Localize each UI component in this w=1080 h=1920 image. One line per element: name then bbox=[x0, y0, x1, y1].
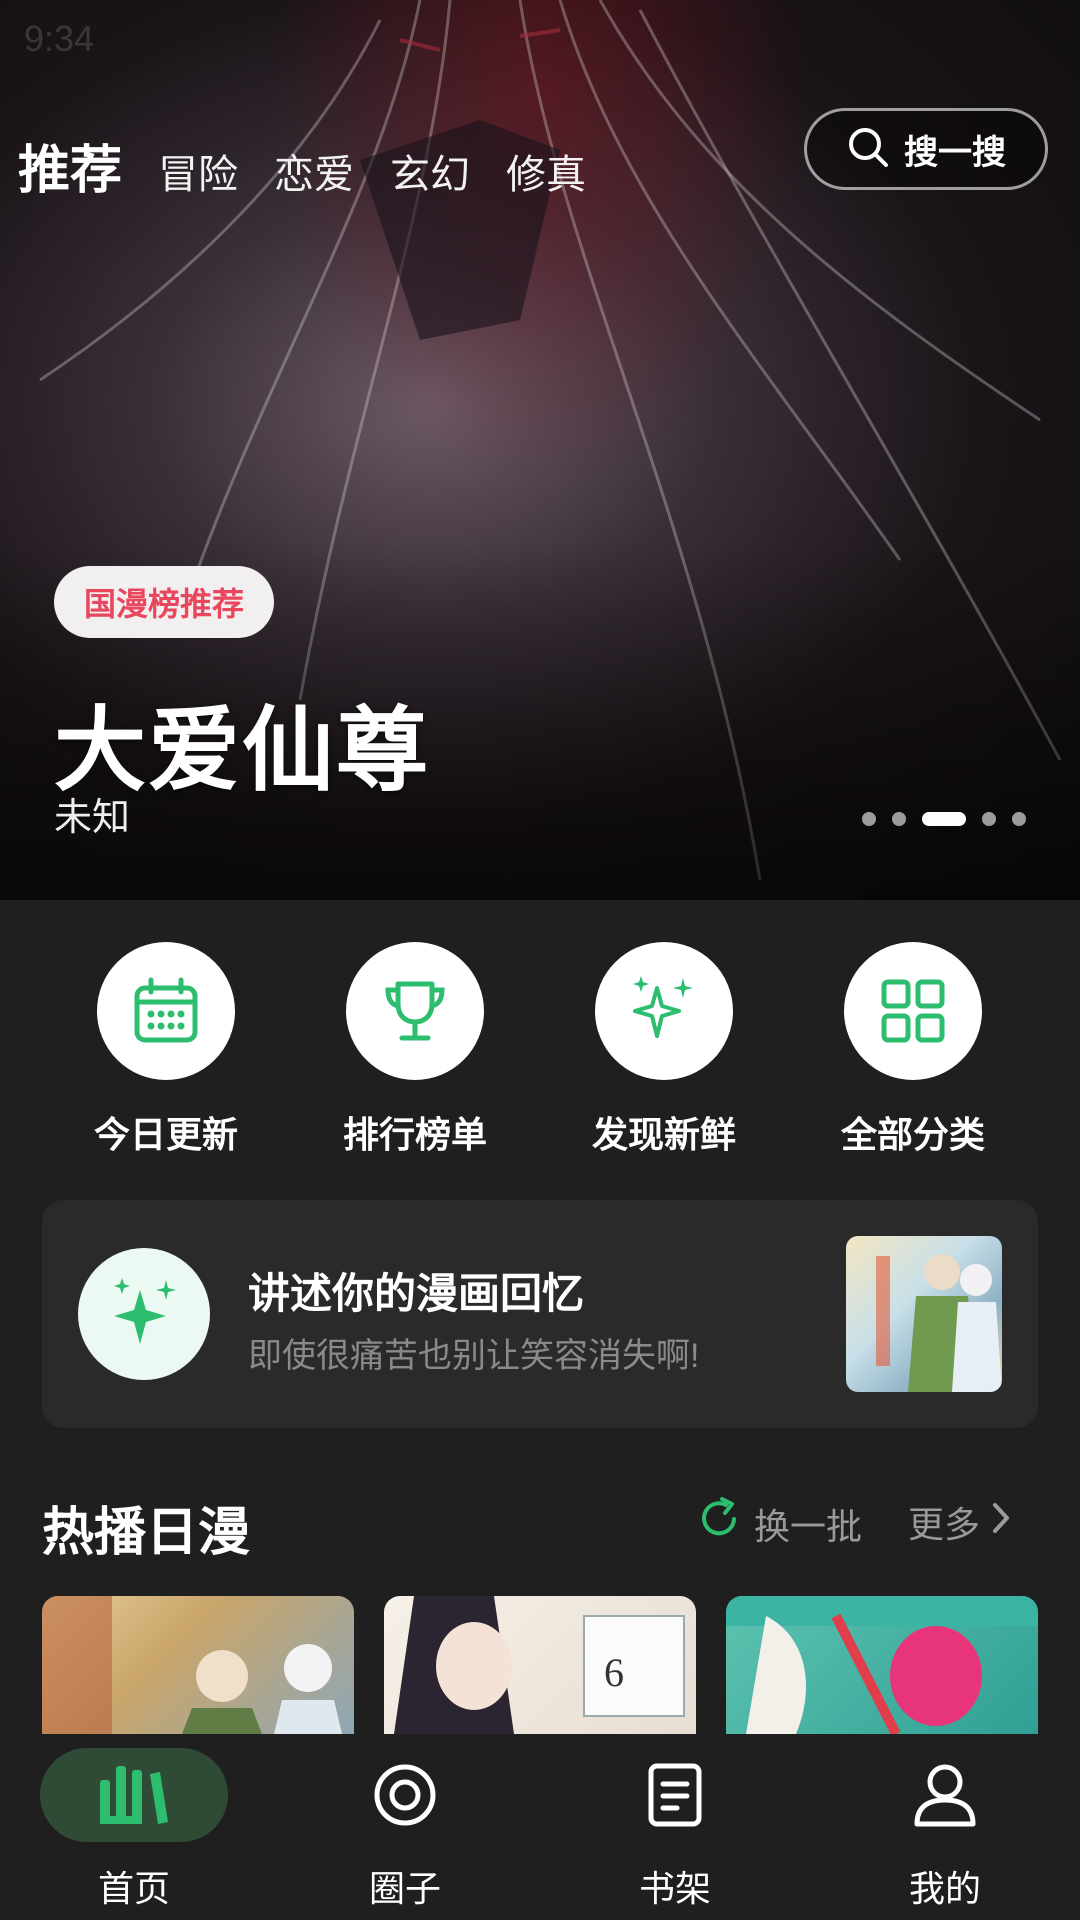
more-label: 更多 bbox=[908, 1504, 981, 1545]
nav-label: 圈子 bbox=[368, 1868, 441, 1909]
hero-banner[interactable]: 9:34 推荐 冒险 恋爱 玄幻 修真 搜一搜 国漫榜推荐 大爱仙尊 未知 bbox=[0, 0, 1080, 900]
nav-bookshelf[interactable]: 书架 bbox=[575, 1734, 775, 1920]
comic-cover[interactable]: 6 bbox=[384, 1596, 696, 1734]
memory-card-subtitle: 即使很痛苦也别让笑容消失啊! bbox=[248, 1337, 700, 1375]
nav-label: 首页 bbox=[97, 1868, 170, 1909]
comic-cover-row: 6 bbox=[42, 1596, 1038, 1734]
bottom-navigation: 首页 圈子 书架 我的 bbox=[0, 1734, 1080, 1920]
nav-label: 书架 bbox=[638, 1868, 711, 1909]
sparkle-icon bbox=[78, 1248, 210, 1380]
grid-icon bbox=[844, 942, 982, 1080]
memory-card-title: 讲述你的漫画回忆 bbox=[248, 1270, 585, 1317]
quick-actions: 今日更新 排行榜单 发现新鲜 全部分类 bbox=[0, 942, 1080, 1155]
comic-memory-card[interactable]: 讲述你的漫画回忆 即使很痛苦也别让笑容消失啊! bbox=[42, 1200, 1038, 1428]
tab-adventure[interactable]: 冒险 bbox=[158, 142, 238, 200]
calendar-icon bbox=[97, 942, 235, 1080]
memory-card-cover bbox=[846, 1236, 1002, 1392]
refresh-label: 换一批 bbox=[754, 1505, 863, 1547]
quick-action-categories[interactable]: 全部分类 bbox=[813, 942, 1013, 1158]
banner-author: 未知 bbox=[54, 797, 131, 839]
tab-cultivation[interactable]: 修真 bbox=[506, 142, 586, 200]
comic-cover[interactable] bbox=[42, 1596, 354, 1734]
refresh-button[interactable]: 换一批 bbox=[696, 1496, 862, 1551]
category-tabs: 推荐 冒险 恋爱 玄幻 修真 bbox=[18, 128, 622, 203]
status-time: 9:34 bbox=[24, 18, 95, 59]
carousel-indicator bbox=[862, 812, 1042, 826]
trophy-icon bbox=[346, 942, 484, 1080]
more-button[interactable]: 更多 bbox=[908, 1496, 1012, 1548]
user-icon bbox=[851, 1748, 1039, 1842]
search-button[interactable]: 搜一搜 bbox=[804, 108, 1048, 190]
quick-action-label: 全部分类 bbox=[840, 1114, 985, 1155]
quick-action-label: 排行榜单 bbox=[342, 1114, 487, 1155]
chevron-right-icon bbox=[990, 1501, 1012, 1544]
carousel-dot-active bbox=[922, 812, 966, 826]
carousel-dot bbox=[982, 812, 996, 826]
nav-label: 我的 bbox=[908, 1868, 981, 1909]
carousel-dot bbox=[862, 812, 876, 826]
search-icon bbox=[846, 125, 890, 174]
quick-action-today-update[interactable]: 今日更新 bbox=[66, 942, 266, 1158]
carousel-dot bbox=[1012, 812, 1026, 826]
tab-recommend[interactable]: 推荐 bbox=[18, 128, 122, 203]
tab-fantasy[interactable]: 玄幻 bbox=[390, 142, 470, 200]
comic-cover[interactable] bbox=[726, 1596, 1038, 1734]
quick-action-label: 今日更新 bbox=[93, 1114, 238, 1155]
carousel-dot bbox=[892, 812, 906, 826]
refresh-icon bbox=[696, 1496, 742, 1551]
svg-text:6: 6 bbox=[604, 1650, 624, 1695]
tab-romance[interactable]: 恋爱 bbox=[274, 142, 354, 200]
bookshelf-icon bbox=[581, 1748, 769, 1842]
home-bars-icon bbox=[40, 1748, 228, 1842]
banner-badge: 国漫榜推荐 bbox=[54, 566, 275, 638]
nav-profile[interactable]: 我的 bbox=[845, 1734, 1045, 1920]
quick-action-ranking[interactable]: 排行榜单 bbox=[315, 942, 515, 1158]
sparkle-icon bbox=[595, 942, 733, 1080]
quick-action-discover[interactable]: 发现新鲜 bbox=[564, 942, 764, 1158]
circle-target-icon bbox=[311, 1748, 499, 1842]
quick-action-label: 发现新鲜 bbox=[591, 1114, 736, 1155]
search-label: 搜一搜 bbox=[904, 133, 1006, 172]
section-title: 热播日漫 bbox=[42, 1504, 251, 1562]
nav-circle[interactable]: 圈子 bbox=[305, 1734, 505, 1920]
nav-home[interactable]: 首页 bbox=[34, 1734, 234, 1920]
